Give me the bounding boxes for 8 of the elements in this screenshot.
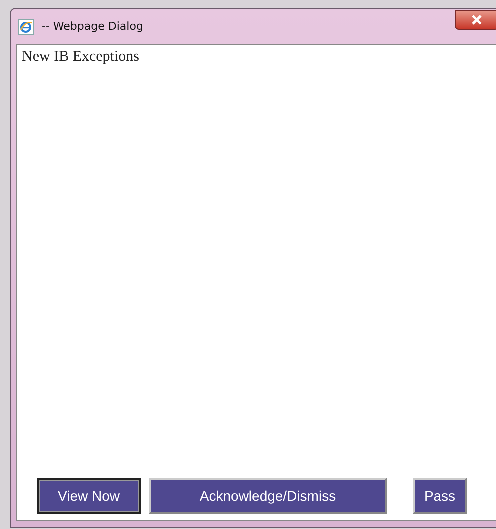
browser-logo-icon bbox=[18, 18, 34, 34]
dialog-button[interactable]: Acknowledge/Dismiss bbox=[149, 478, 387, 514]
dialog-button[interactable]: Pass bbox=[413, 478, 467, 514]
close-icon bbox=[471, 14, 483, 24]
close-button[interactable] bbox=[455, 10, 496, 30]
dialog-button[interactable]: View Now bbox=[37, 478, 141, 514]
dialog-heading: New IB Exceptions bbox=[22, 49, 140, 66]
window-title: -- Webpage Dialog bbox=[42, 20, 144, 33]
